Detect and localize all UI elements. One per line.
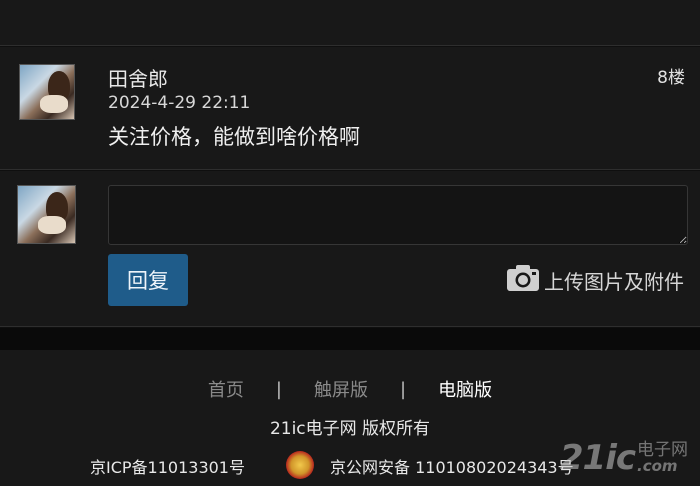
watermark-com: .com — [637, 457, 678, 475]
reply-form: 回复 上传图片及附件 — [0, 171, 700, 327]
previous-post-strip — [0, 0, 700, 46]
camera-icon — [506, 264, 540, 297]
watermark-logo-text: 21ic — [559, 438, 636, 478]
copyright-text: 21ic电子网 版权所有 — [269, 419, 431, 439]
watermark-right: 电子网 .com — [637, 442, 688, 474]
post-item: 田舍郎 8楼 2024-4-29 22:11 关注价格，能做到啥价格啊 — [0, 47, 700, 170]
footer-link-home[interactable]: 首页 — [208, 376, 244, 402]
avatar[interactable] — [19, 64, 75, 120]
post-author[interactable]: 田舍郎 — [108, 63, 168, 92]
reply-input[interactable] — [108, 185, 688, 245]
section-divider — [0, 328, 700, 350]
floor-number: 8楼 — [657, 68, 685, 88]
icp-link[interactable]: 京ICP备11013301号 — [90, 454, 245, 478]
police-emblem-icon — [286, 451, 314, 479]
footer-link-touch[interactable]: 触屏版 — [314, 376, 368, 402]
upload-attachment-button[interactable]: 上传图片及附件 — [506, 264, 684, 297]
avatar — [17, 185, 76, 244]
post-content: 关注价格，能做到啥价格啊 — [108, 125, 360, 149]
watermark-logo: 21ic 电子网 .com — [560, 437, 688, 479]
reply-button[interactable]: 回复 — [108, 254, 188, 306]
footer-nav: 首页 | 触屏版 | 电脑版 — [0, 376, 700, 402]
police-record-link[interactable]: 京公网安备 11010802024343号 — [330, 454, 574, 478]
post-time: 2024-4-29 22:11 — [108, 93, 251, 113]
footer-separator: | — [400, 378, 407, 400]
page: 田舍郎 8楼 2024-4-29 22:11 关注价格，能做到啥价格啊 回复 上… — [0, 0, 700, 486]
upload-label: 上传图片及附件 — [544, 269, 684, 294]
footer-separator: | — [275, 378, 282, 400]
footer-link-desktop[interactable]: 电脑版 — [438, 376, 492, 402]
